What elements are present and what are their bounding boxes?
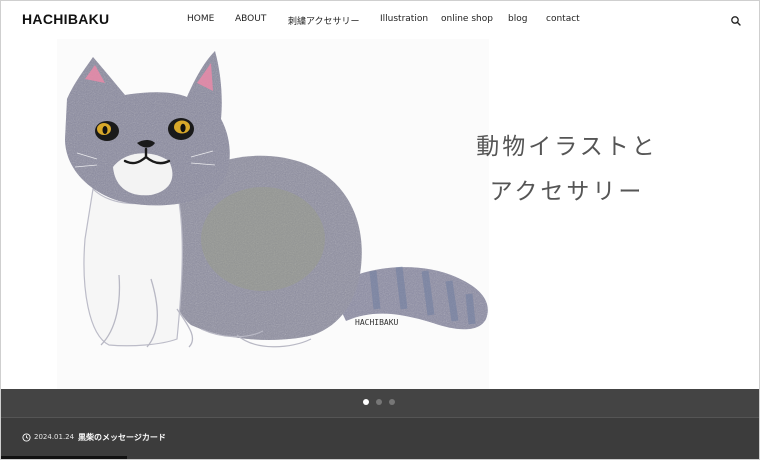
site-logo[interactable]: HACHIBAKU — [22, 11, 109, 27]
nav-embroidery-accessories[interactable]: 刺繍アクセサリー — [288, 14, 360, 27]
slider-dot-3[interactable] — [389, 399, 395, 405]
page-frame: HACHIBAKU HOME ABOUT 刺繍アクセサリー Illustrati… — [0, 0, 760, 460]
hero-title-line2: アクセサリー — [489, 179, 645, 205]
nav-online-shop[interactable]: online shop — [441, 14, 493, 24]
ticker-progress-bar — [1, 456, 127, 459]
clock-icon — [22, 433, 31, 442]
nav-contact[interactable]: contact — [546, 14, 580, 24]
slider-dot-1[interactable] — [363, 399, 369, 405]
hero-slider[interactable]: HACHIBAKU 動物イラストと アクセサリー — [1, 39, 759, 389]
search-icon[interactable] — [730, 14, 742, 26]
band-divider — [1, 417, 759, 418]
nav-illustration[interactable]: Illustration — [380, 14, 428, 24]
site-header: HACHIBAKU HOME ABOUT 刺繍アクセサリー Illustrati… — [1, 1, 759, 39]
nav-about[interactable]: ABOUT — [235, 14, 266, 24]
hero-title: 動物イラストと アクセサリー — [467, 125, 667, 215]
signature: HACHIBAKU — [355, 318, 399, 327]
news-date: 2024.01.24 — [34, 433, 75, 441]
slider-dot-2[interactable] — [376, 399, 382, 405]
hero-title-line1: 動物イラストと — [476, 134, 658, 160]
nav-blog[interactable]: blog — [508, 14, 527, 24]
news-title[interactable]: 黒柴のメッセージカード — [78, 432, 166, 443]
nav-home[interactable]: HOME — [187, 14, 214, 24]
news-band: 2024.01.24 黒柴のメッセージカード — [1, 389, 759, 459]
slider-controls — [1, 389, 759, 417]
